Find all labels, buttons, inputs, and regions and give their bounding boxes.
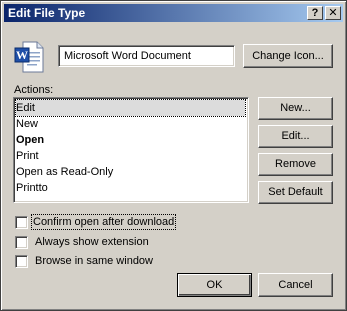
remove-action-button-label: Remove [275,158,316,170]
action-label: Print [16,150,39,162]
action-label: New [16,118,39,130]
new-action-button-label: New... [280,102,311,114]
help-button[interactable]: ? [307,6,323,20]
set-default-button-label: Set Default [268,186,323,198]
cancel-button-label: Cancel [278,279,313,291]
set-default-button[interactable]: Set Default [258,181,333,204]
word-document-icon: W [14,41,44,73]
confirm-open-label[interactable]: Confirm open after download [30,214,177,230]
list-item[interactable]: Print [16,148,245,164]
actions-list[interactable]: Edit New Open Print Open as Read-Only Pr… [13,97,249,203]
browse-same-window-label[interactable]: Browse in same window [35,254,153,268]
list-item[interactable]: Edit [15,99,246,117]
always-show-extension-label[interactable]: Always show extension [35,235,149,249]
close-button[interactable]: ✕ [325,6,341,20]
edit-action-button[interactable]: Edit... [258,125,333,148]
browse-same-window-checkbox[interactable] [15,255,28,268]
edit-file-type-dialog: Edit File Type ? ✕ W Microsoft Word Docu… [0,0,347,311]
cancel-button[interactable]: Cancel [258,273,333,297]
always-show-extension-checkbox[interactable] [15,236,28,249]
file-type-name-value: Microsoft Word Document [64,50,191,62]
window-title: Edit File Type [8,6,86,20]
list-item[interactable]: Open as Read-Only [16,164,245,180]
list-item[interactable]: Open [16,132,245,148]
list-item[interactable]: Printto [16,180,245,196]
action-label: Printto [16,182,48,194]
ok-button[interactable]: OK [177,273,252,297]
svg-text:W: W [16,48,28,62]
remove-action-button[interactable]: Remove [258,153,333,176]
action-label: Edit [16,102,35,114]
title-bar[interactable]: Edit File Type ? ✕ [4,4,343,22]
edit-action-button-label: Edit... [281,130,310,142]
actions-label: Actions: [14,84,54,96]
action-label: Open [16,134,45,146]
confirm-open-checkbox[interactable] [15,216,28,229]
list-item[interactable]: New [16,116,245,132]
change-icon-button-label: Change Icon... [252,50,324,62]
action-label: Open as Read-Only [16,166,114,178]
new-action-button[interactable]: New... [258,97,333,120]
change-icon-button[interactable]: Change Icon... [243,44,333,68]
file-type-name-field[interactable]: Microsoft Word Document [58,45,235,67]
ok-button-label: OK [206,279,223,291]
